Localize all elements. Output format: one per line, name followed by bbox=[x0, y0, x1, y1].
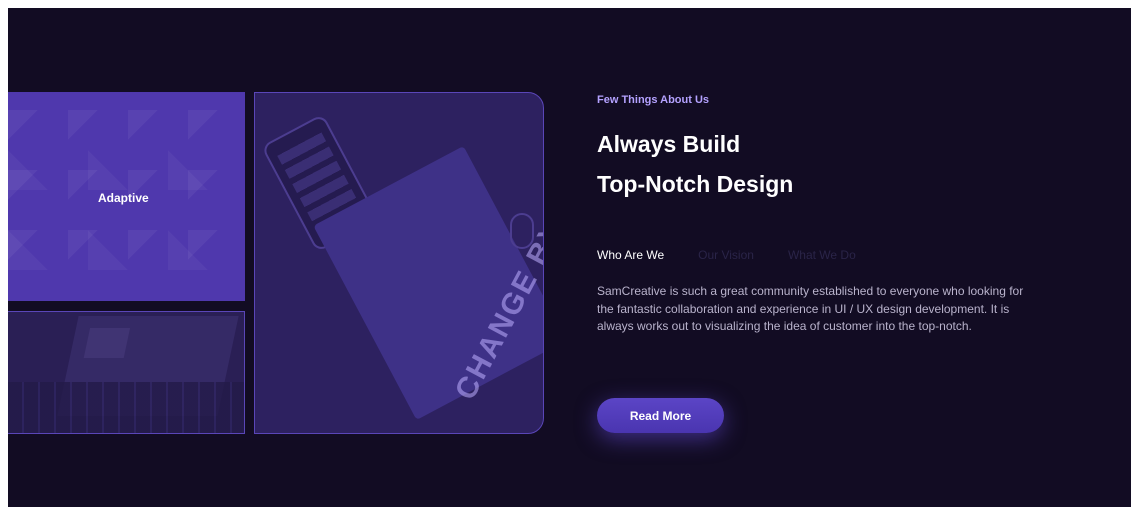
gallery-tile-laptop bbox=[8, 311, 245, 434]
read-more-button[interactable]: Read More bbox=[597, 398, 724, 433]
title-line-1: Always Build bbox=[597, 131, 741, 157]
about-description: SamCreative is such a great community es… bbox=[597, 284, 1024, 333]
adaptive-label: Adaptive bbox=[98, 191, 149, 205]
section-title: Always Build Top-Notch Design bbox=[597, 124, 997, 204]
about-tabs: Who Are We Our Vision What We Do bbox=[597, 248, 856, 262]
section-eyebrow: Few Things About Us bbox=[597, 94, 710, 106]
about-section: Adaptive CHANGE BY DESIGN Few Things Abo… bbox=[8, 8, 1131, 507]
gallery-tile-adaptive: Adaptive bbox=[8, 92, 245, 301]
mouse-image bbox=[510, 213, 534, 249]
keyboard-image bbox=[8, 382, 244, 433]
gallery-tile-change-by-design: CHANGE BY DESIGN bbox=[254, 92, 544, 434]
title-line-2: Top-Notch Design bbox=[597, 171, 794, 197]
tab-our-vision[interactable]: Our Vision bbox=[698, 248, 754, 262]
tab-what-we-do[interactable]: What We Do bbox=[788, 248, 856, 262]
tab-who-are-we[interactable]: Who Are We bbox=[597, 248, 664, 262]
